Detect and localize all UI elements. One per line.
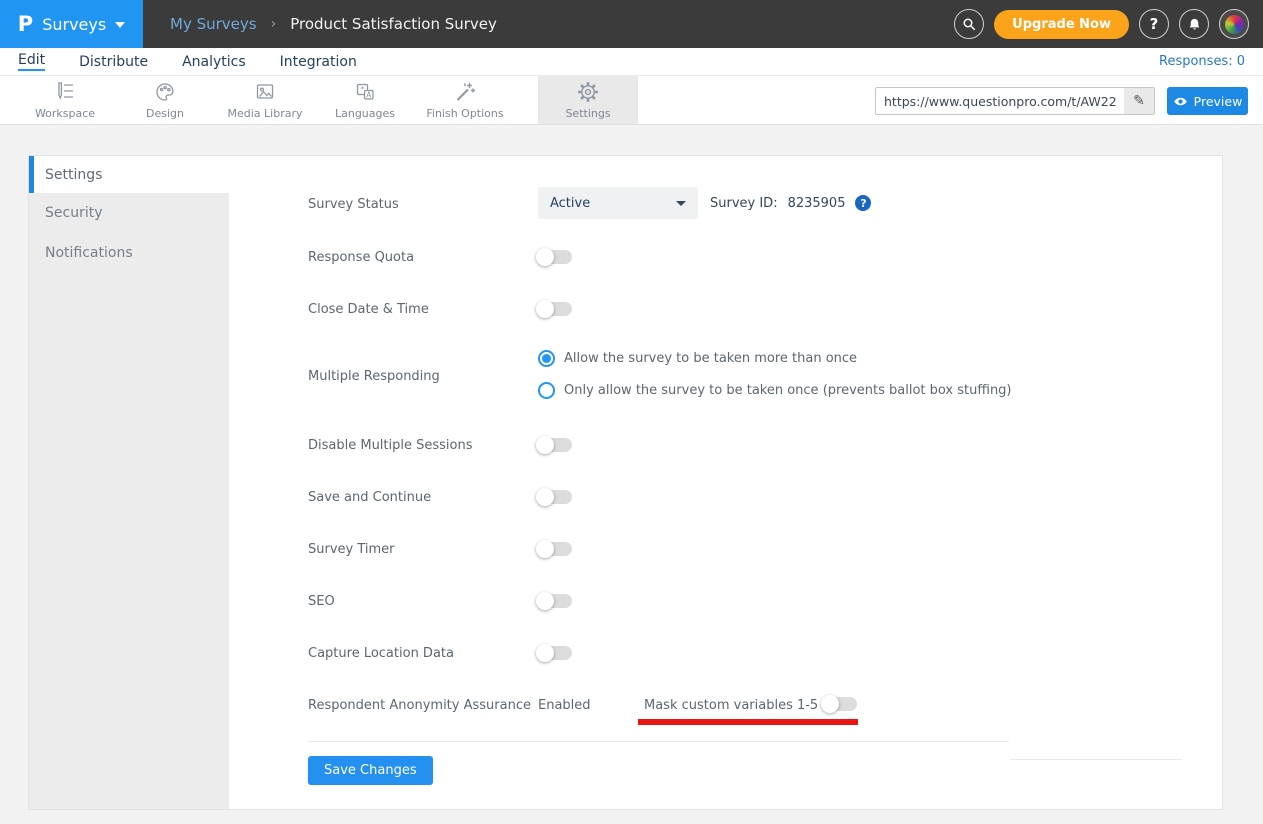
image-icon: [253, 80, 277, 104]
multiple-responding-option-2[interactable]: Only allow the survey to be taken once (…: [538, 382, 1012, 399]
close-date-label: Close Date & Time: [308, 302, 429, 317]
mask-variables-label: Mask custom variables 1-5: [644, 698, 818, 713]
upgrade-now-button[interactable]: Upgrade Now: [994, 10, 1129, 39]
translate-icon: *A: [353, 80, 377, 104]
avatar-logo: [1225, 15, 1244, 34]
save-changes-button[interactable]: Save Changes: [308, 756, 433, 785]
toolbar-finish-options[interactable]: Finish Options: [415, 76, 515, 124]
tab-integration[interactable]: Integration: [280, 54, 357, 70]
survey-url-input[interactable]: [876, 88, 1124, 114]
anonymity-status: Enabled: [538, 698, 591, 713]
sidebar-item-settings[interactable]: Settings: [29, 156, 229, 193]
product-name: Surveys: [42, 15, 106, 34]
eye-icon: [1173, 94, 1188, 109]
breadcrumb-survey-title: Product Satisfaction Survey: [290, 15, 497, 33]
mask-variables-toggle[interactable]: [823, 697, 857, 711]
survey-status-label: Survey Status: [308, 197, 399, 212]
survey-id-value: 8235905: [788, 196, 846, 211]
capture-location-label: Capture Location Data: [308, 646, 454, 661]
radio-selected-icon[interactable]: [538, 350, 555, 367]
seo-toggle[interactable]: [538, 594, 572, 608]
product-switcher[interactable]: P Surveys: [0, 0, 143, 48]
toolbar-workspace[interactable]: Workspace: [15, 76, 115, 124]
sidebar-item-security[interactable]: Security: [29, 193, 229, 233]
edit-url-icon[interactable]: ✎: [1124, 88, 1154, 114]
toolbar-settings[interactable]: Settings: [538, 76, 638, 124]
toolbar-design[interactable]: Design: [115, 76, 215, 124]
search-icon[interactable]: [954, 9, 984, 39]
save-and-continue-toggle[interactable]: [538, 490, 572, 504]
edit-toolbar: Workspace Design Media Library *A Langua…: [0, 76, 1263, 125]
survey-status-select[interactable]: Active: [538, 187, 698, 219]
chevron-down-icon: [115, 22, 125, 28]
survey-timer-toggle[interactable]: [538, 542, 572, 556]
wand-icon: [453, 80, 477, 104]
preview-button[interactable]: Preview: [1167, 87, 1248, 115]
breadcrumb: My Surveys › Product Satisfaction Survey: [170, 0, 497, 48]
avatar[interactable]: [1219, 9, 1249, 39]
tab-distribute[interactable]: Distribute: [79, 54, 148, 70]
breadcrumb-separator: ›: [271, 16, 277, 32]
palette-icon: [153, 80, 177, 104]
divider: [1010, 759, 1182, 760]
top-bar-actions: Upgrade Now ?: [954, 0, 1249, 48]
breadcrumb-my-surveys[interactable]: My Surveys: [170, 15, 257, 33]
survey-url-field: ✎: [875, 87, 1155, 115]
gear-icon: [576, 80, 600, 104]
divider: [308, 741, 1009, 742]
bell-icon[interactable]: [1179, 9, 1209, 39]
responses-count[interactable]: Responses: 0: [1159, 54, 1245, 69]
save-and-continue-label: Save and Continue: [308, 490, 431, 505]
tab-analytics[interactable]: Analytics: [182, 54, 246, 70]
response-quota-toggle[interactable]: [538, 250, 572, 264]
svg-text:*: *: [361, 85, 365, 94]
radio-unselected-icon[interactable]: [538, 382, 555, 399]
survey-id-label: Survey ID:: [710, 196, 778, 211]
toolbar-media-library[interactable]: Media Library: [215, 76, 315, 124]
help-icon[interactable]: ?: [1139, 9, 1169, 39]
survey-nav: Edit Distribute Analytics Integration Re…: [0, 48, 1263, 76]
questionpro-logo-icon: P: [18, 14, 33, 35]
svg-text:A: A: [366, 91, 372, 100]
survey-id-group: Survey ID: 8235905 ?: [710, 195, 871, 211]
settings-sidebar: Settings Security Notifications: [29, 156, 229, 809]
toolbar-languages[interactable]: *A Languages: [315, 76, 415, 124]
multiple-responding-label: Multiple Responding: [308, 369, 440, 384]
survey-timer-label: Survey Timer: [308, 542, 395, 557]
top-bar: P Surveys My Surveys › Product Satisfact…: [0, 0, 1263, 48]
sidebar-item-notifications[interactable]: Notifications: [29, 233, 229, 273]
survey-id-help-icon[interactable]: ?: [855, 195, 871, 211]
seo-label: SEO: [308, 594, 335, 609]
chevron-down-icon: [676, 201, 686, 206]
disable-multiple-sessions-toggle[interactable]: [538, 438, 572, 452]
settings-panel: Settings Security Notifications Survey S…: [28, 155, 1223, 810]
workspace-icon: [53, 80, 77, 104]
capture-location-toggle[interactable]: [538, 646, 572, 660]
close-date-toggle[interactable]: [538, 302, 572, 316]
tab-edit[interactable]: Edit: [18, 52, 45, 71]
multiple-responding-option-1[interactable]: Allow the survey to be taken more than o…: [538, 350, 857, 367]
disable-multiple-sessions-label: Disable Multiple Sessions: [308, 438, 473, 453]
app-window: P Surveys My Surveys › Product Satisfact…: [0, 0, 1263, 824]
red-highlight-bar: [638, 719, 858, 725]
response-quota-label: Response Quota: [308, 250, 414, 265]
anonymity-label: Respondent Anonymity Assurance: [308, 698, 531, 713]
